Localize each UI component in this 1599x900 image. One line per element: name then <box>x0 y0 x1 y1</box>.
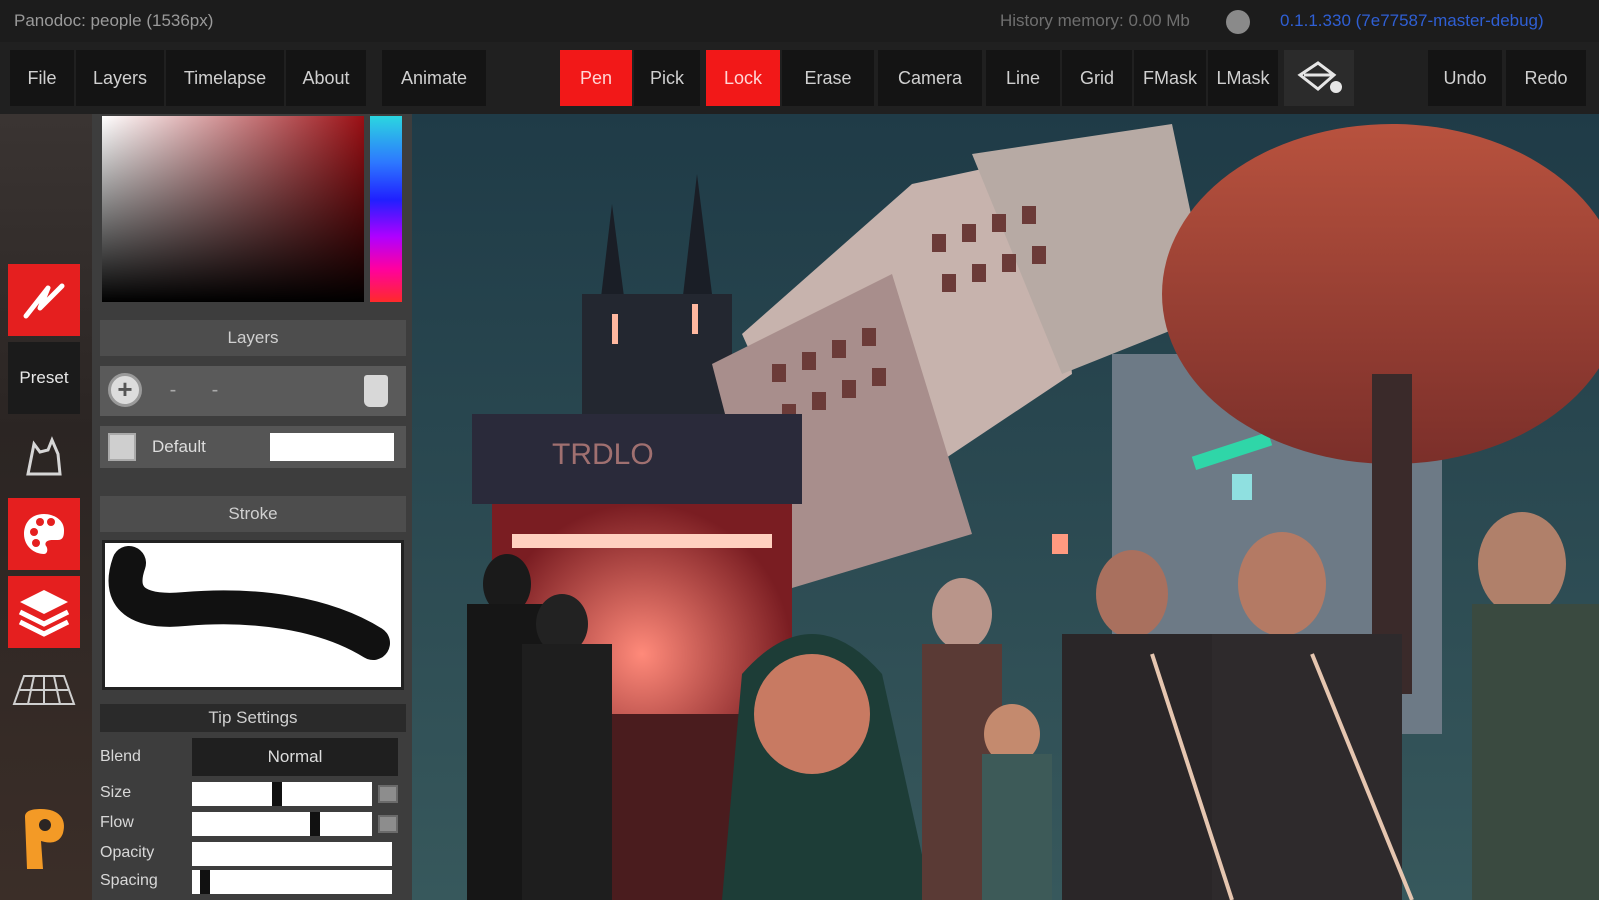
size-label: Size <box>100 784 132 801</box>
layer-down-button[interactable]: - <box>200 376 230 406</box>
fill-bucket-button[interactable] <box>1284 50 1354 106</box>
layers-panel-button[interactable] <box>8 576 80 648</box>
layers-menu-button[interactable]: Layers <box>76 50 164 106</box>
stroke-header: Stroke <box>100 496 406 532</box>
lock-button[interactable]: Lock <box>706 50 780 106</box>
brush-tool-button[interactable] <box>8 264 80 336</box>
delete-layer-icon[interactable] <box>364 375 388 407</box>
blend-label: Blend <box>100 748 141 765</box>
hue-slider[interactable] <box>370 116 402 302</box>
color-palette-button[interactable] <box>8 498 80 570</box>
layer-tools-bar: + - - <box>100 366 406 416</box>
file-button[interactable]: File <box>10 50 74 106</box>
pick-tool-button[interactable]: Pick <box>634 50 700 106</box>
spacing-slider-handle[interactable] <box>200 870 210 894</box>
version-label: 0.1.1.330 (7e77587-master-debug) <box>1280 11 1544 30</box>
main-toolbar: File Layers Timelapse About Animate Pen … <box>0 42 1599 114</box>
app-logo-icon <box>25 809 65 869</box>
grid-button[interactable]: Grid <box>1062 50 1132 106</box>
flow-slider[interactable] <box>192 812 372 836</box>
layers-stack-icon <box>18 590 70 637</box>
lmask-button[interactable]: LMask <box>1208 50 1278 106</box>
fmask-button[interactable]: FMask <box>1134 50 1206 106</box>
history-memory-label: History memory: 0.00 Mb <box>1000 11 1190 30</box>
line-tool-button[interactable]: Line <box>986 50 1060 106</box>
size-slider-handle[interactable] <box>272 782 282 806</box>
undo-button[interactable]: Undo <box>1428 50 1502 106</box>
spacing-label: Spacing <box>100 872 158 889</box>
size-slider[interactable] <box>192 782 372 806</box>
fill-bucket-icon <box>1297 61 1342 93</box>
spacing-slider[interactable] <box>192 870 392 894</box>
perspective-button[interactable] <box>8 654 80 726</box>
title-bar: Panodoc: people (1536px) History memory:… <box>0 0 1599 42</box>
layer-thumbnail <box>270 433 394 461</box>
opacity-label: Opacity <box>100 844 155 861</box>
tip-settings-header: Tip Settings <box>100 704 406 732</box>
timelapse-button[interactable]: Timelapse <box>166 50 284 106</box>
left-tool-column: Preset <box>0 114 92 900</box>
flow-slider-handle[interactable] <box>310 812 320 836</box>
memory-clear-icon[interactable] <box>1226 10 1250 34</box>
animate-button[interactable]: Animate <box>382 50 486 106</box>
perspective-grid-icon <box>12 675 76 705</box>
flow-pressure-toggle[interactable] <box>378 815 398 833</box>
side-panel: Layers + - - Default Stroke Tip Settings… <box>92 114 412 900</box>
kiosk-sign-text: TRDLO <box>552 438 654 471</box>
brush-icon <box>23 283 65 319</box>
opacity-slider[interactable] <box>192 842 392 866</box>
blend-mode-select[interactable]: Normal <box>192 738 398 776</box>
stroke-preview-curve <box>108 546 390 660</box>
cat-sketch-icon <box>26 436 62 476</box>
stroke-preview <box>102 540 404 690</box>
layer-visibility-toggle[interactable] <box>108 433 136 461</box>
layer-row[interactable]: Default <box>100 426 406 468</box>
camera-tool-button[interactable]: Camera <box>878 50 982 106</box>
preset-button[interactable]: Preset <box>8 342 80 414</box>
redo-button[interactable]: Redo <box>1506 50 1586 106</box>
add-layer-button[interactable]: + <box>108 373 142 407</box>
palette-icon <box>24 514 64 554</box>
layers-header: Layers <box>100 320 406 356</box>
reference-tool-button[interactable] <box>8 420 80 492</box>
artwork-illustration: TRDLO <box>412 114 1599 900</box>
erase-tool-button[interactable]: Erase <box>782 50 874 106</box>
flow-label: Flow <box>100 814 134 831</box>
layer-name: Default <box>152 437 206 456</box>
color-square-picker[interactable] <box>102 116 364 302</box>
app-logo <box>8 804 80 876</box>
about-button[interactable]: About <box>286 50 366 106</box>
drawing-canvas[interactable]: TRDLO <box>412 114 1599 900</box>
size-pressure-toggle[interactable] <box>378 785 398 803</box>
layer-up-button[interactable]: - <box>158 376 188 406</box>
pen-tool-button[interactable]: Pen <box>560 50 632 106</box>
app-title: Panodoc: people (1536px) <box>14 11 214 30</box>
